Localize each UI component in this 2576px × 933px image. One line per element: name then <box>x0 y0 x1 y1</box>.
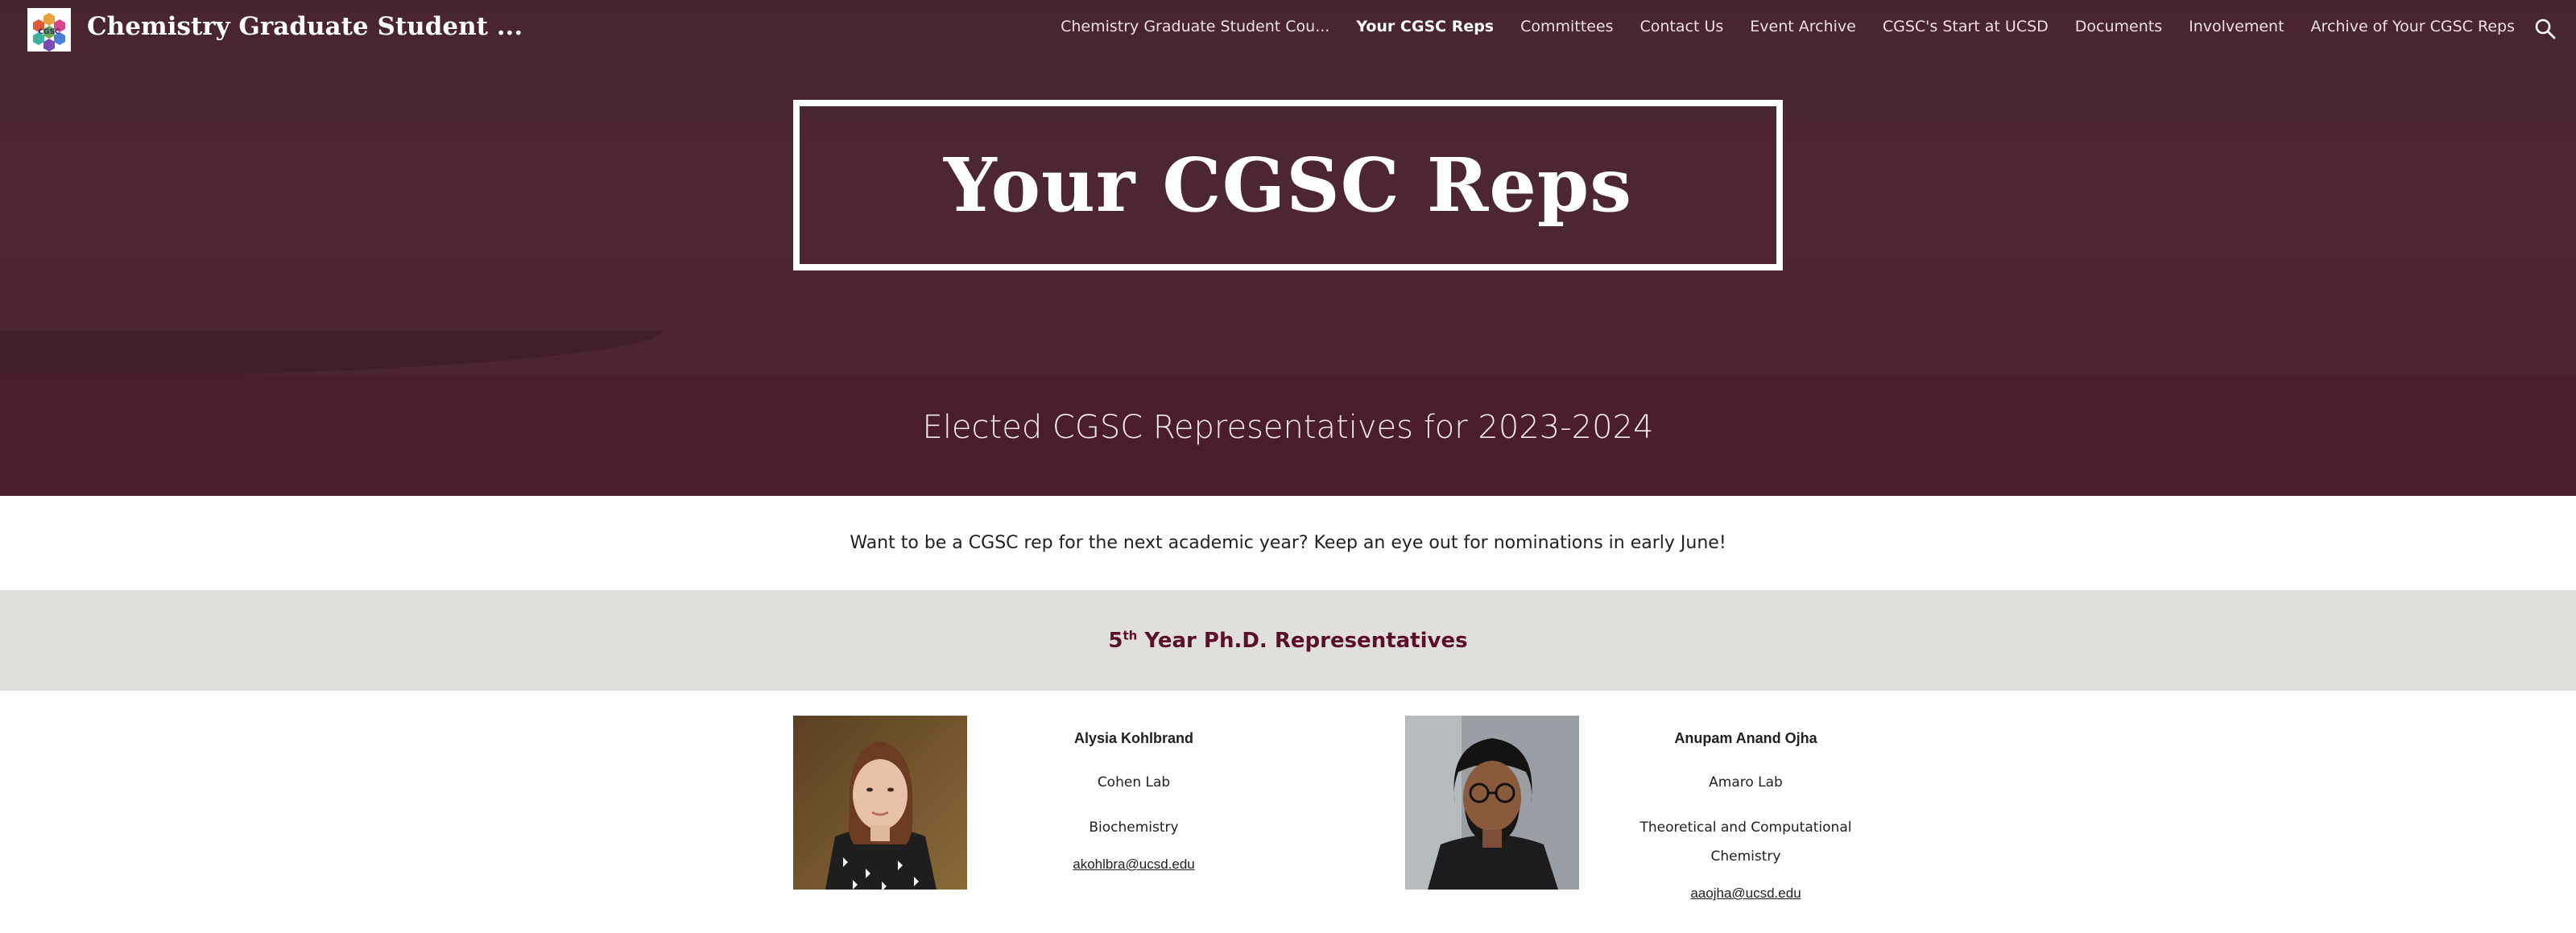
rep-email-link[interactable]: akohlbra@ucsd.edu <box>1013 857 1255 873</box>
nav-item-cgsc-start[interactable]: CGSC's Start at UCSD <box>1883 18 2049 35</box>
page-title: Your CGSC Reps <box>943 142 1633 229</box>
rep-lab: Amaro Lab <box>1709 774 1783 791</box>
rep-field-line-1: Theoretical and Computational <box>1639 819 1852 836</box>
rep-name: Alysia Kohlbrand <box>1073 730 1194 746</box>
rep-lab: Cohen Lab <box>1097 774 1171 791</box>
site-header: CGSC Chemistry Graduate Student ... Chem… <box>0 0 2576 58</box>
nav-item-documents[interactable]: Documents <box>2075 18 2162 35</box>
rep-field: Theoretical and Computational Chemistry <box>1625 813 1867 871</box>
section-title-superscript: th <box>1123 627 1138 642</box>
nav-item-committees[interactable]: Committees <box>1520 18 1613 35</box>
page-subtitle: Elected CGSC Representatives for 2023-20… <box>922 409 1654 446</box>
rep-card-anupam-anand-ojha: Anupam Anand Ojha Amaro Lab Theoretical … <box>1625 730 1867 902</box>
top-navigation: Chemistry Graduate Student Cou... Your C… <box>1034 18 2515 35</box>
section-title: 5th Year Ph.D. Representatives <box>1108 629 1467 653</box>
nav-item-archive-reps[interactable]: Archive of Your CGSC Reps <box>2311 18 2515 35</box>
section-title-text: Year Ph.D. Representatives <box>1137 628 1468 653</box>
nominations-notice: Want to be a CGSC rep for the next acade… <box>0 496 2576 590</box>
site-title[interactable]: Chemistry Graduate Student ... <box>87 12 523 41</box>
rep-photo-alysia-kohlbrand <box>793 716 967 890</box>
nav-item-involvement[interactable]: Involvement <box>2189 18 2284 35</box>
nav-item-your-cgsc-reps[interactable]: Your CGSC Reps <box>1356 18 1494 35</box>
rep-email-link[interactable]: aaojha@ucsd.edu <box>1625 886 1867 902</box>
page-title-box: Your CGSC Reps <box>793 100 1783 270</box>
notice-text: Want to be a CGSC rep for the next acade… <box>850 533 1726 553</box>
nav-item-event-archive[interactable]: Event Archive <box>1750 18 1856 35</box>
section-title-number: 5 <box>1108 628 1123 653</box>
rep-card-alysia-kohlbrand: Alysia Kohlbrand Cohen Lab Biochemistry … <box>1013 730 1255 873</box>
hero-decorative-shape <box>0 330 664 378</box>
section-header-band: 5th Year Ph.D. Representatives <box>0 590 2576 691</box>
nav-item-contact-us[interactable]: Contact Us <box>1640 18 1724 35</box>
rep-photo-anupam-anand-ojha <box>1405 716 1579 890</box>
rep-field-line-2: Chemistry <box>1710 848 1781 865</box>
svg-text:CGSC: CGSC <box>38 28 60 36</box>
nav-item-home[interactable]: Chemistry Graduate Student Cou... <box>1061 18 1329 35</box>
search-icon[interactable] <box>2534 18 2557 40</box>
cgsc-hexagon-logo-icon[interactable]: CGSC <box>27 8 71 52</box>
rep-name: Anupam Anand Ojha <box>1674 730 1817 746</box>
rep-field: Biochemistry <box>1089 819 1179 836</box>
